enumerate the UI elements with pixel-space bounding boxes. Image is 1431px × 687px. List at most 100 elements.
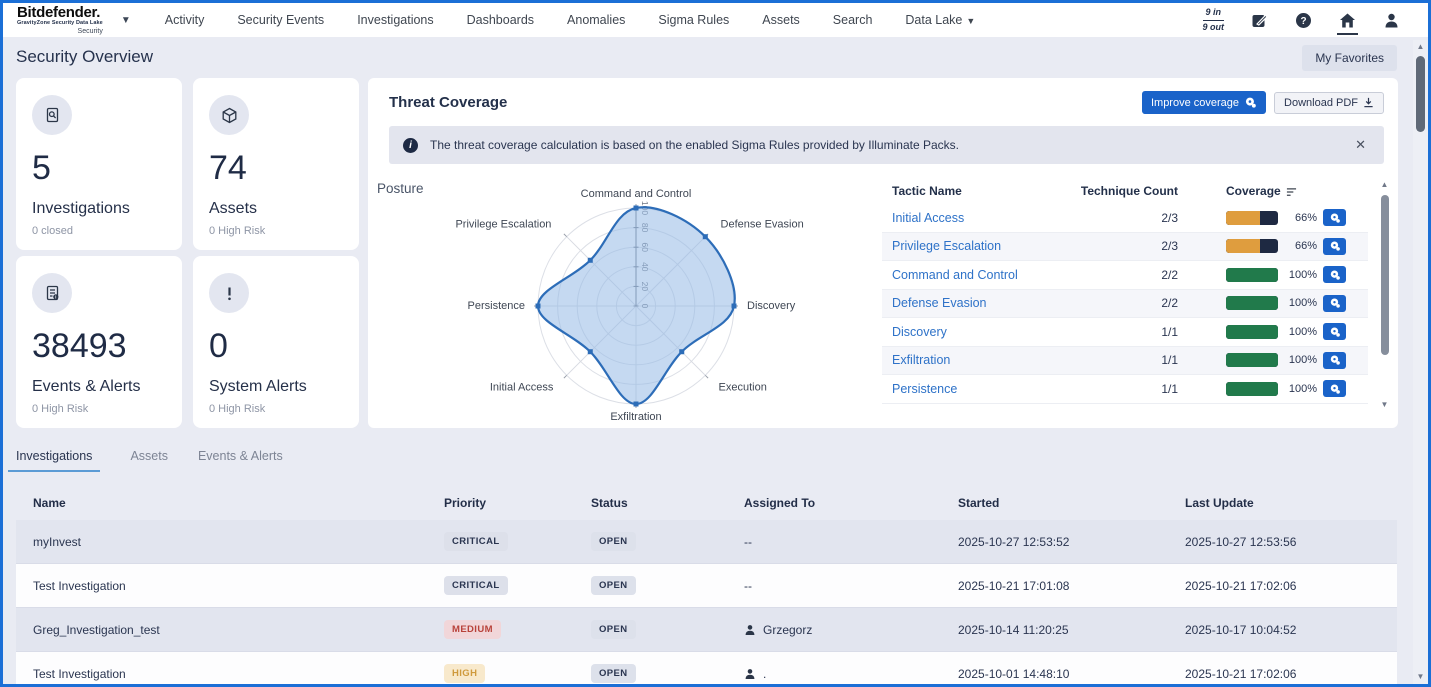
status-badge: OPEN: [591, 576, 636, 595]
summary-card-system-alerts[interactable]: 0 System Alerts 0 High Risk: [193, 256, 359, 428]
investigation-name: Test Investigation: [16, 579, 427, 593]
tactic-coverage-row: Initial Access 2/3 66%: [882, 204, 1368, 233]
document-alert-icon: i: [44, 285, 61, 302]
summary-card-investigations[interactable]: 5 Investigations 0 closed: [16, 78, 182, 250]
download-icon: [1363, 97, 1374, 108]
investigation-row[interactable]: myInvest CRITICAL OPEN -- 2025-10-27 12:…: [16, 520, 1397, 564]
tactic-name-link[interactable]: Discovery: [882, 325, 1076, 339]
banner-close-icon[interactable]: ✕: [1351, 135, 1370, 155]
summary-card-label: Investigations: [32, 200, 166, 218]
threat-coverage-panel: Threat Coverage Improve coverage Downloa…: [368, 78, 1398, 428]
user-icon[interactable]: [1383, 12, 1400, 29]
document-search-icon: [44, 107, 61, 124]
svg-text:Execution: Execution: [719, 382, 767, 394]
assigned-to-header: Assigned To: [727, 496, 941, 510]
last-update-header: Last Update: [1168, 496, 1397, 510]
tactic-name-link[interactable]: Persistence: [882, 382, 1076, 396]
started-header: Started: [941, 496, 1168, 510]
last-update-timestamp: 2025-10-27 12:53:56: [1168, 535, 1397, 549]
page-scroll-down-icon[interactable]: ▼: [1417, 670, 1425, 684]
coverage-percent: 100%: [1284, 326, 1317, 338]
bitdefender-logo[interactable]: Bitdefender. GravityZone Security Data L…: [17, 5, 103, 35]
tactic-name-link[interactable]: Exfiltration: [882, 353, 1076, 367]
started-timestamp: 2025-10-21 17:01:08: [941, 579, 1168, 593]
view-sigma-rules-button[interactable]: [1323, 238, 1346, 255]
priority-header: Priority: [427, 496, 574, 510]
chevron-down-icon: ▼: [966, 16, 975, 26]
status-badge: OPEN: [591, 664, 636, 683]
tactic-name-link[interactable]: Command and Control: [882, 268, 1076, 282]
page-scroll-up-icon[interactable]: ▲: [1417, 40, 1425, 54]
svg-text:Privilege Escalation: Privilege Escalation: [455, 218, 551, 230]
nav-item-sigma-rules[interactable]: Sigma Rules▼: [658, 13, 729, 27]
nav-item-activity[interactable]: Activity▼: [165, 13, 205, 27]
coverage-percent: 66%: [1284, 212, 1317, 224]
nav-item-dashboards[interactable]: Dashboards▼: [467, 13, 534, 27]
coverage-percent: 100%: [1284, 383, 1317, 395]
nav-item-investigations[interactable]: Investigations▼: [357, 13, 433, 27]
tab-assets[interactable]: Assets: [130, 449, 168, 472]
tab-investigations[interactable]: Investigations: [8, 449, 100, 472]
coverage-info-banner: i The threat coverage calculation is bas…: [389, 126, 1384, 164]
nav-item-security-events[interactable]: Security Events▼: [237, 13, 324, 27]
investigations-rows: myInvest CRITICAL OPEN -- 2025-10-27 12:…: [16, 520, 1397, 684]
sort-icon[interactable]: [1286, 186, 1297, 196]
tactic-name-link[interactable]: Privilege Escalation: [882, 239, 1076, 253]
posture-radar-chart: 020406080100Command and ControlDefense E…: [374, 174, 874, 424]
entity-tabs: Investigations Assets Events & Alerts: [16, 449, 283, 472]
nav-item-data-lake[interactable]: Data Lake▼: [905, 13, 975, 27]
started-timestamp: 2025-10-01 14:48:10: [941, 667, 1168, 681]
view-sigma-rules-button[interactable]: [1323, 295, 1346, 312]
investigation-row[interactable]: Test Investigation CRITICAL OPEN -- 2025…: [16, 564, 1397, 608]
page-title: Security Overview: [16, 47, 153, 67]
improve-coverage-button[interactable]: Improve coverage: [1142, 91, 1266, 114]
scroll-up-icon[interactable]: ▲: [1381, 178, 1389, 192]
view-sigma-rules-button[interactable]: [1323, 209, 1346, 226]
view-sigma-rules-button[interactable]: [1323, 380, 1346, 397]
tactic-name-link[interactable]: Defense Evasion: [882, 296, 1076, 310]
tactic-coverage-rows: Initial Access 2/3 66% Privilege Escalat…: [882, 204, 1368, 404]
last-update-timestamp: 2025-10-17 10:04:52: [1168, 623, 1397, 637]
view-sigma-rules-button[interactable]: [1323, 352, 1346, 369]
svg-text:Defense Evasion: Defense Evasion: [721, 218, 804, 230]
summary-card-value: 5: [32, 149, 166, 188]
product-switcher-caret-icon[interactable]: ▼: [121, 15, 131, 26]
download-pdf-button[interactable]: Download PDF: [1274, 92, 1384, 114]
summary-card-label: Events & Alerts: [32, 378, 166, 396]
view-sigma-rules-button[interactable]: [1323, 323, 1346, 340]
coverage-header[interactable]: Coverage: [1226, 184, 1368, 198]
tab-events-alerts[interactable]: Events & Alerts: [198, 449, 283, 472]
assignee-name: .: [763, 667, 766, 681]
investigation-row[interactable]: Test Investigation HIGH OPEN . 2025-10-0…: [16, 652, 1397, 684]
my-favorites-button[interactable]: My Favorites: [1302, 45, 1397, 71]
nav-item-assets[interactable]: Assets▼: [762, 13, 800, 27]
nav-item-anomalies[interactable]: Anomalies▼: [567, 13, 625, 27]
tactic-coverage-row: Discovery 1/1 100%: [882, 318, 1368, 347]
page-scrollbar-thumb[interactable]: [1416, 56, 1425, 132]
view-sigma-rules-button[interactable]: [1323, 266, 1346, 283]
summary-card-events-alerts[interactable]: i 38493 Events & Alerts 0 High Risk: [16, 256, 182, 428]
investigation-row[interactable]: Greg_Investigation_test MEDIUM OPEN Grze…: [16, 608, 1397, 652]
coverage-percent: 100%: [1284, 269, 1317, 281]
assignee-user-icon: [744, 624, 756, 636]
investigations-table-header: Name Priority Status Assigned To Started…: [16, 486, 1397, 520]
coverage-table-scrollbar[interactable]: ▲ ▼: [1378, 178, 1391, 412]
started-timestamp: 2025-10-27 12:53:52: [941, 535, 1168, 549]
help-icon[interactable]: ?: [1295, 12, 1312, 29]
page-scrollbar[interactable]: ▲ ▼: [1413, 40, 1428, 684]
technique-count-value: 2/2: [1076, 268, 1226, 282]
session-in-out-indicator: 9 in 9 out: [1203, 7, 1225, 33]
tactic-coverage-table-header: Tactic Name Technique Count Coverage: [882, 178, 1368, 204]
nav-item-search[interactable]: Search▼: [833, 13, 873, 27]
tactic-name-link[interactable]: Initial Access: [882, 211, 1076, 225]
logo-brand-text: Bitdefender.: [17, 5, 103, 20]
investigations-table: Name Priority Status Assigned To Started…: [16, 486, 1397, 684]
home-icon[interactable]: [1339, 12, 1356, 29]
illuminate-icon: [1244, 96, 1257, 109]
summary-card-assets[interactable]: 74 Assets 0 High Risk: [193, 78, 359, 250]
svg-text:Persistence: Persistence: [468, 300, 525, 312]
compose-icon[interactable]: [1251, 12, 1268, 29]
svg-text:Command and Control: Command and Control: [581, 188, 692, 200]
scroll-down-icon[interactable]: ▼: [1381, 398, 1389, 412]
coverage-scrollbar-thumb[interactable]: [1381, 195, 1389, 355]
